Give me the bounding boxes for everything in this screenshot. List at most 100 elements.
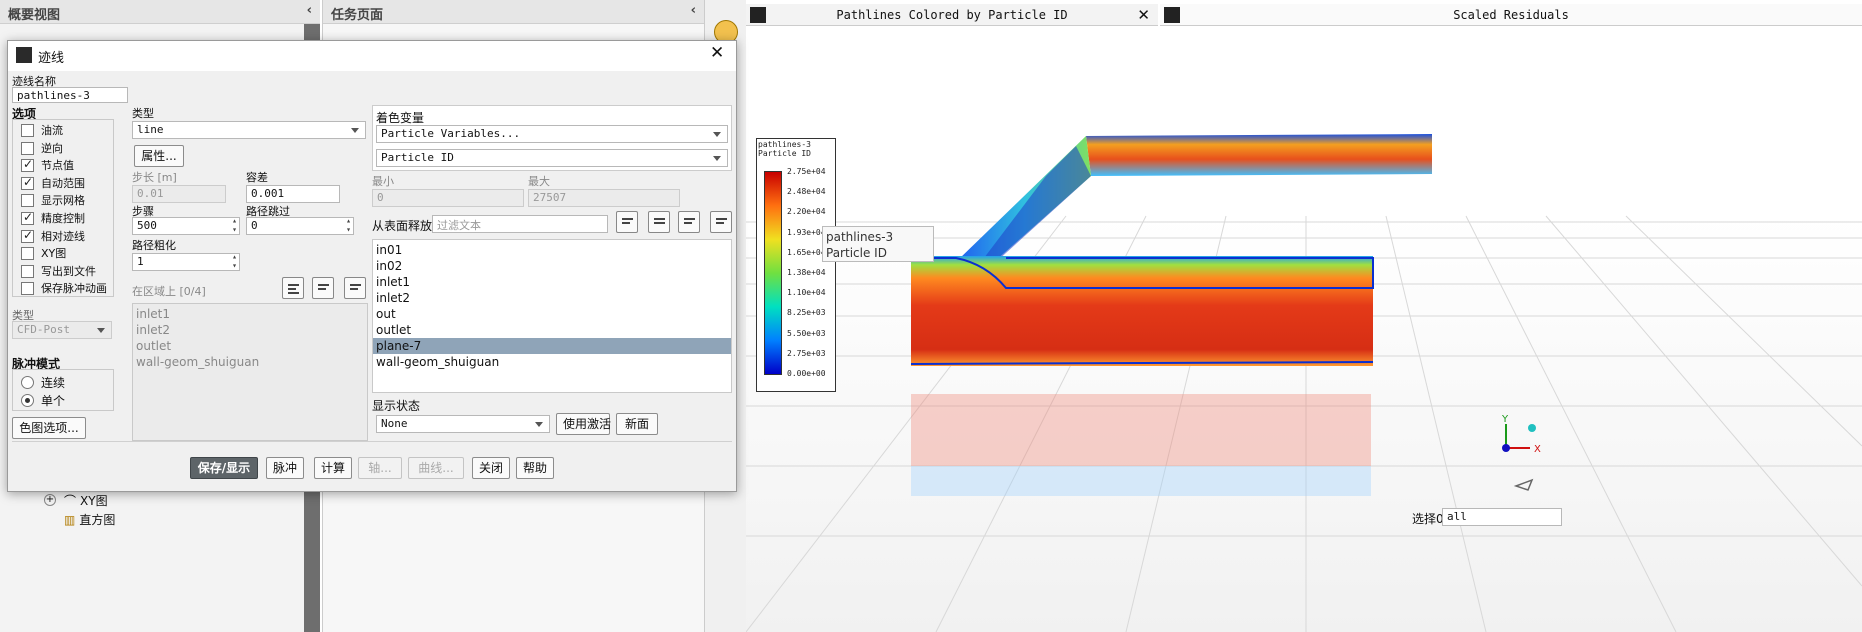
pulse-single-radio[interactable] <box>21 394 34 407</box>
close-icon[interactable]: ✕ <box>710 43 724 63</box>
dialog-titlebar: 迹线 ✕ <box>8 41 736 71</box>
filter-input[interactable]: 过滤文本 <box>432 215 608 233</box>
deselect-surfaces-icon[interactable] <box>710 211 732 233</box>
min-field[interactable]: 0 <box>372 189 524 207</box>
option-label: 显示网格 <box>41 194 85 208</box>
curves-button[interactable]: 曲线... <box>408 457 464 479</box>
axes-button[interactable]: 轴... <box>358 457 402 479</box>
legend-tick: 1.10e+04 <box>787 288 826 298</box>
pulse-continuous-radio[interactable] <box>21 376 34 389</box>
select-zones-check-icon[interactable] <box>312 277 334 299</box>
list-item[interactable]: plane-7 <box>373 338 731 354</box>
close-icon[interactable]: ✕ <box>1137 4 1150 26</box>
step-length-field[interactable]: 0.01 <box>132 185 226 203</box>
path-coarsen-field[interactable]: 1 <box>132 253 240 271</box>
option-checkbox[interactable] <box>21 247 34 261</box>
option-checkbox[interactable] <box>21 141 34 155</box>
attributes-button[interactable]: 属性... <box>134 145 184 167</box>
surface-list[interactable]: in01 in02 inlet1 inlet2 out outlet plane-7 wall… <box>372 239 732 393</box>
colormap-options-button[interactable]: 色图选项... <box>12 417 86 439</box>
geometry-reflection <box>911 394 1371 496</box>
name-field[interactable]: pathlines-3 <box>12 87 128 103</box>
graphics-area: Pathlines Colored by Particle ID ✕ Scale… <box>746 0 1862 632</box>
color-legend: pathlines-3 Particle ID 2.75e+04 2.48e+04… <box>756 138 836 392</box>
legend-tick: 1.38e+04 <box>787 268 826 277</box>
help-button[interactable]: 帮助 <box>516 457 554 479</box>
legend-colorbar <box>764 171 782 375</box>
display-state-select[interactable]: None <box>376 415 550 433</box>
zone-list[interactable]: inlet1 inlet2 outlet wall-geom_shuiguan <box>132 303 368 441</box>
select-surfaces-check-icon[interactable] <box>678 211 700 233</box>
legend-tick: 2.20e+04 <box>787 207 826 217</box>
tooltip-line-1: pathlines-3 <box>826 230 894 244</box>
list-item[interactable]: inlet2 <box>373 290 731 306</box>
pulse-button[interactable]: 脉冲 <box>266 457 304 479</box>
pulse-mode-group: 连续 单个 <box>12 369 114 411</box>
list-item[interactable]: outlet <box>133 338 367 354</box>
option-checkbox[interactable] <box>21 175 34 190</box>
divider <box>12 441 732 442</box>
tree-item-xy[interactable]: ⌒ XY图 <box>64 492 108 509</box>
export-type-select[interactable]: CFD-Post <box>12 321 112 339</box>
list-item[interactable]: in01 <box>373 242 731 258</box>
fluent-logo-icon <box>1164 7 1180 23</box>
tab-residuals-label: Scaled Residuals <box>1453 8 1569 22</box>
task-panel-header: 任务页面 ‹ <box>323 0 704 24</box>
list-item[interactable]: in02 <box>373 258 731 274</box>
expand-icon[interactable]: + <box>44 494 56 506</box>
option-checkbox[interactable] <box>21 228 34 243</box>
list-item[interactable]: inlet2 <box>133 322 367 338</box>
option-label: 相对迹线 <box>41 229 85 243</box>
option-checkbox[interactable] <box>21 282 34 296</box>
select-all-surfaces-icon[interactable] <box>648 211 670 233</box>
tree-item-histogram[interactable]: ▥ 直方图 <box>64 511 115 528</box>
graphics-viewport[interactable]: Y X <box>746 26 1862 632</box>
option-checkbox[interactable] <box>21 157 34 173</box>
legend-tick: 2.75e+04 <box>787 167 826 176</box>
option-checkbox[interactable] <box>21 264 34 278</box>
fluent-logo-icon <box>16 47 32 63</box>
list-item[interactable]: wall-geom_shuiguan <box>373 354 731 370</box>
min-label: 最小 <box>372 175 394 188</box>
select-input[interactable]: all <box>1442 508 1562 526</box>
option-checkbox[interactable] <box>21 124 34 137</box>
tab-pathlines[interactable]: Pathlines Colored by Particle ID ✕ <box>746 4 1158 26</box>
legend-tick: 0.00e+00 <box>787 369 826 378</box>
filter-icon[interactable] <box>616 211 638 233</box>
tooltip: pathlines-3 Particle ID <box>822 226 934 262</box>
tolerance-field[interactable]: 0.001 <box>246 185 340 203</box>
type-select[interactable]: line <box>132 121 366 139</box>
collapse-icon[interactable]: ‹ <box>307 3 312 18</box>
tolerance-label: 容差 <box>246 171 268 184</box>
save-display-button[interactable]: 保存/显示 <box>190 457 258 479</box>
list-item[interactable]: inlet1 <box>133 306 367 322</box>
path-skip-field[interactable]: 0 <box>246 217 354 235</box>
deselect-zones-icon[interactable] <box>344 277 366 299</box>
list-item[interactable]: inlet1 <box>373 274 731 290</box>
fluent-logo-icon <box>750 7 766 23</box>
legend-tick: 5.50e+03 <box>787 328 826 338</box>
close-button[interactable]: 关闭 <box>472 457 510 479</box>
use-active-button[interactable]: 使用激活 <box>556 413 611 435</box>
new-surface-button[interactable]: 新面 <box>616 413 658 435</box>
pulse-single-label: 单个 <box>41 394 66 408</box>
list-item[interactable]: out <box>373 306 731 322</box>
tooltip-line-2: Particle ID <box>826 246 887 260</box>
steps-field[interactable]: 500 <box>132 217 240 235</box>
task-title: 任务页面 <box>331 8 384 23</box>
select-label: 选择0 <box>1412 512 1444 526</box>
list-item[interactable]: outlet <box>373 322 731 338</box>
list-item[interactable]: wall-geom_shuiguan <box>133 354 367 370</box>
color-category-select[interactable]: Particle Variables... <box>376 125 728 143</box>
max-field[interactable]: 27507 <box>528 189 680 207</box>
color-variable-select[interactable]: Particle ID <box>376 149 728 167</box>
histogram-icon: ▥ <box>64 513 76 527</box>
select-all-zones-icon[interactable] <box>282 277 304 299</box>
tab-residuals[interactable]: Scaled Residuals <box>1160 4 1862 26</box>
tab-pathlines-label: Pathlines Colored by Particle ID <box>836 8 1068 22</box>
option-checkbox[interactable] <box>21 210 34 225</box>
outline-title: 概要视图 <box>8 8 61 23</box>
option-checkbox[interactable] <box>21 194 34 208</box>
collapse-icon[interactable]: ‹ <box>691 3 696 18</box>
compute-button[interactable]: 计算 <box>314 457 352 479</box>
